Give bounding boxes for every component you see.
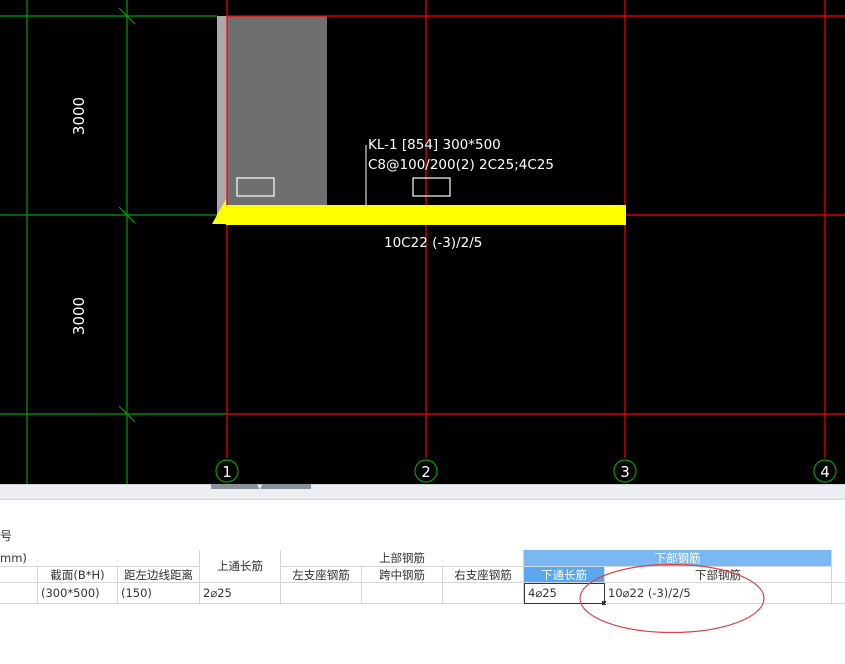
cell-edge-offset[interactable]: (150) (118, 583, 200, 604)
panel-title: 号 (0, 529, 13, 543)
header-top-group: 上部钢筋 (281, 550, 524, 567)
header-top-mid[interactable]: 跨中钢筋 (362, 567, 443, 583)
panel-splitter[interactable]: ▼ (0, 484, 845, 500)
header-top-right[interactable]: 右支座钢筋 (443, 567, 524, 583)
header-top-through[interactable]: 上通长筋 (200, 550, 281, 583)
column-shape (217, 16, 327, 216)
header-section[interactable]: 截面(B*H) (38, 567, 118, 583)
cell-overflow (832, 583, 845, 604)
cell-top-through[interactable]: 2⌀25 (200, 583, 281, 604)
header-unit: mm) (0, 550, 200, 567)
beam-kl1[interactable] (226, 205, 626, 225)
cell-section[interactable]: (300*500) (38, 583, 118, 604)
cell-col0[interactable] (0, 583, 38, 604)
beam-label-line1: KL-1 [854] 300*500 (368, 137, 501, 153)
column-edge (217, 16, 227, 216)
axis-label-4: 4 (820, 463, 830, 481)
header-col0 (0, 567, 38, 583)
cad-drawing-canvas[interactable]: 3000 3000 KL-1 [854] 300*500 C8@100/200(… (0, 0, 845, 484)
beam-label-line2: C8@100/200(2) 2C25;4C25 (368, 157, 554, 173)
cad-drawing-svg: 3000 3000 KL-1 [854] 300*500 C8@100/200(… (0, 0, 845, 484)
panel-header-row (0, 520, 845, 550)
section-marker-box (412, 177, 451, 197)
axis-label-1: 1 (222, 463, 232, 481)
axis-label-3: 3 (620, 463, 630, 481)
beam-bottom-label: 10C22 (-3)/2/5 (384, 235, 482, 251)
cell-top-mid[interactable] (362, 583, 443, 604)
annotation-ellipse (579, 563, 765, 634)
axis-label-2: 2 (421, 463, 431, 481)
cell-top-left[interactable] (281, 583, 362, 604)
chevron-down-icon[interactable]: ▼ (257, 484, 262, 491)
dimension-text-lower: 3000 (70, 297, 88, 335)
header-overflow (832, 550, 845, 583)
header-top-left[interactable]: 左支座钢筋 (281, 567, 362, 583)
header-edge-offset[interactable]: 距左边线距离 (118, 567, 200, 583)
dimension-text-upper: 3000 (70, 97, 88, 135)
cell-top-right[interactable] (443, 583, 524, 604)
